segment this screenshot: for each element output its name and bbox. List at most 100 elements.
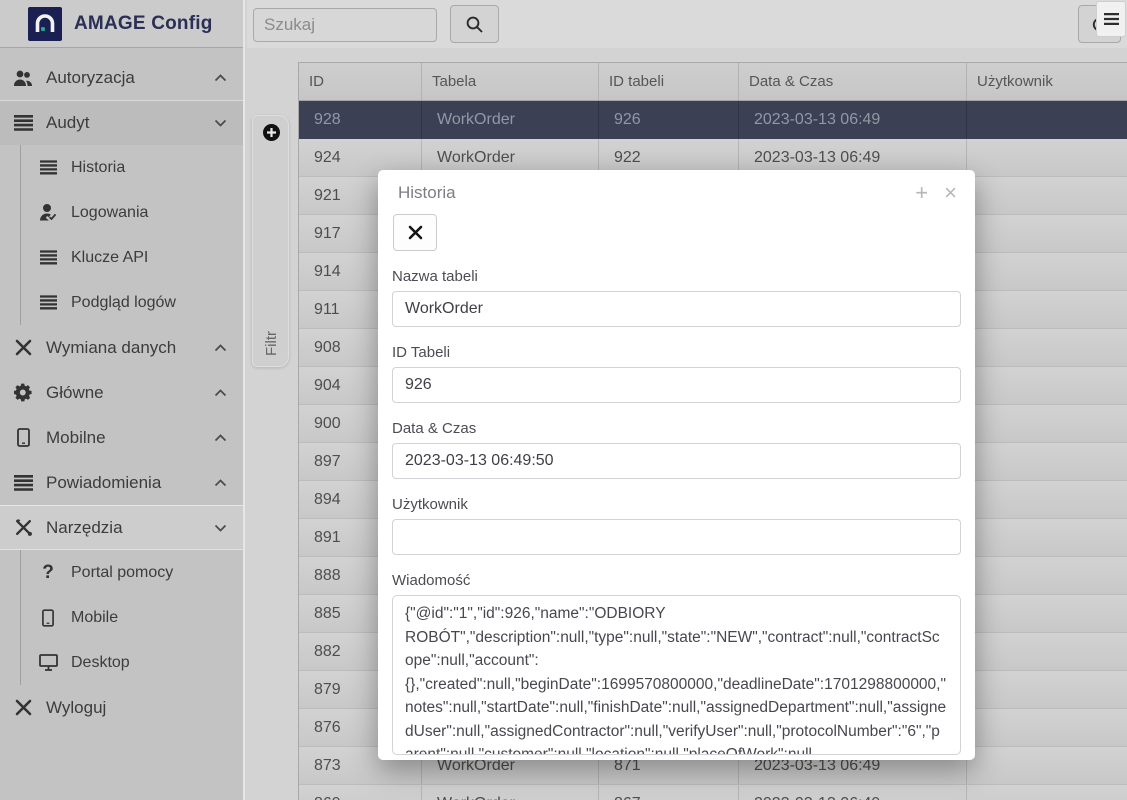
chevron-up-icon: [214, 479, 227, 487]
cell-uzytkownik: [966, 291, 1127, 328]
sidebar-item-autoryzacja[interactable]: Autoryzacja: [0, 55, 243, 100]
cell-uzytkownik: [966, 747, 1127, 784]
filter-panel-label: Filtr: [263, 325, 280, 362]
column-selector-button[interactable]: [1096, 1, 1126, 37]
sidebar-item-mobile[interactable]: Mobile: [21, 595, 243, 640]
narzedzia-submenu: ? Portal pomocy Mobile Desktop: [20, 550, 243, 685]
column-header-uzytkownik[interactable]: Użytkownik: [966, 63, 1127, 100]
table-header-row: ID Tabela ID tabeli Data & Czas Użytkown…: [299, 63, 1127, 101]
sidebar-item-historia[interactable]: Historia: [21, 145, 243, 190]
column-header-tabela[interactable]: Tabela: [421, 63, 598, 100]
list-icon: [37, 247, 59, 269]
sidebar-item-podglad-logow[interactable]: Podgląd logów: [21, 280, 243, 325]
sidebar-item-klucze-api[interactable]: Klucze API: [21, 235, 243, 280]
column-header-data-czas[interactable]: Data & Czas: [738, 63, 966, 100]
sidebar-item-label: Powiadomienia: [46, 473, 214, 493]
sidebar-item-label: Mobilne: [46, 428, 214, 448]
sidebar-item-wyloguj[interactable]: Wyloguj: [0, 685, 243, 730]
wiadomosc-field[interactable]: {"@id":"1","id":926,"name":"ODBIORY ROBÓ…: [392, 595, 961, 755]
cell-uzytkownik: [966, 101, 1127, 138]
phone-icon: [37, 607, 59, 629]
table-row[interactable]: 869 WorkOrder 867 2023-03-13 06:49: [299, 785, 1127, 800]
list-icon: [37, 292, 59, 314]
cell-id: 928: [299, 101, 421, 138]
dialog-form: Nazwa tabeli ID Tabeli Data & Czas Użytk…: [378, 268, 975, 760]
chevron-down-icon: [214, 119, 227, 127]
sidebar-item-label: Główne: [46, 383, 214, 403]
search-button[interactable]: [450, 5, 499, 43]
sidebar-item-label: Portal pomocy: [71, 564, 227, 582]
column-header-id-tabeli[interactable]: ID tabeli: [598, 63, 738, 100]
cell-uzytkownik: [966, 405, 1127, 442]
sidebar-item-glowne[interactable]: Główne: [0, 370, 243, 415]
cell-uzytkownik: [966, 709, 1127, 746]
column-header-id[interactable]: ID: [299, 63, 421, 100]
cell-uzytkownik: [966, 367, 1127, 404]
cell-uzytkownik: [966, 177, 1127, 214]
sidebar-item-label: Wyloguj: [46, 698, 227, 718]
sidebar-item-label: Autoryzacja: [46, 68, 214, 88]
nazwa-tabeli-field[interactable]: [392, 291, 961, 327]
field-label-data-czas: Data & Czas: [392, 420, 961, 437]
sidebar-item-label: Narzędzia: [46, 518, 214, 538]
list-icon: [12, 472, 34, 494]
chevron-up-icon: [214, 434, 227, 442]
amage-logo-icon: [28, 7, 62, 41]
id-tabeli-field[interactable]: [392, 367, 961, 403]
cell-tabela: WorkOrder: [421, 101, 598, 138]
close-record-button[interactable]: [393, 214, 437, 251]
sidebar-item-label: Wymiana danych: [46, 338, 214, 358]
table-row[interactable]: 928 WorkOrder 926 2023-03-13 06:49: [299, 101, 1127, 139]
sidebar-item-powiadomienia[interactable]: Powiadomienia: [0, 460, 243, 505]
x-icon: [12, 697, 34, 719]
sidebar-item-label: Podgląd logów: [71, 294, 227, 312]
cell-data-czas: 2023-03-13 06:49: [738, 785, 966, 800]
sidebar-item-label: Desktop: [71, 654, 227, 672]
sidebar-item-portal-pomocy[interactable]: ? Portal pomocy: [21, 550, 243, 595]
question-icon: ?: [37, 562, 59, 584]
cell-uzytkownik: [966, 443, 1127, 480]
field-label-wiadomosc: Wiadomość: [392, 572, 961, 589]
sidebar-item-label: Mobile: [71, 609, 227, 627]
cell-id-tabeli: 926: [598, 101, 738, 138]
sidebar-item-mobilne[interactable]: Mobilne: [0, 415, 243, 460]
sidebar-item-wymiana-danych[interactable]: Wymiana danych: [0, 325, 243, 370]
cell-uzytkownik: [966, 215, 1127, 252]
cell-uzytkownik: [966, 139, 1127, 176]
maximize-icon[interactable]: +: [915, 182, 928, 204]
filter-panel-tab[interactable]: Filtr: [252, 115, 289, 367]
cell-uzytkownik: [966, 671, 1127, 708]
cell-data-czas: 2023-03-13 06:49: [738, 101, 966, 138]
sidebar-item-narzedzia[interactable]: Narzędzia: [0, 505, 243, 550]
cell-uzytkownik: [966, 785, 1127, 800]
topbar: [247, 0, 1127, 48]
dialog-title: Historia: [398, 183, 915, 203]
uzytkownik-field[interactable]: [392, 519, 961, 555]
desktop-icon: [37, 652, 59, 674]
gear-icon: [12, 382, 34, 404]
app-window: AMAGE Config Autoryzacja Audyt: [0, 0, 1127, 800]
data-czas-field[interactable]: [392, 443, 961, 479]
list-icon: [37, 157, 59, 179]
users-icon: [12, 67, 34, 89]
cell-uzytkownik: [966, 633, 1127, 670]
search-input[interactable]: [253, 8, 437, 42]
sidebar-item-logowania[interactable]: Logowania: [21, 190, 243, 235]
sidebar-item-label: Logowania: [71, 204, 227, 222]
chevron-up-icon: [214, 74, 227, 82]
sidebar-item-audyt[interactable]: Audyt: [0, 100, 243, 145]
cell-uzytkownik: [966, 557, 1127, 594]
sidebar-item-desktop[interactable]: Desktop: [21, 640, 243, 685]
add-filter-icon[interactable]: [262, 123, 281, 142]
sidebar-item-label: Historia: [71, 159, 227, 177]
x-icon: [408, 225, 423, 240]
cell-id: 869: [299, 785, 421, 800]
tools-icon: [12, 517, 34, 539]
x-icon: [12, 337, 34, 359]
field-label-id-tabeli: ID Tabeli: [392, 344, 961, 361]
dialog-toolbar: [378, 204, 975, 251]
cell-uzytkownik: [966, 519, 1127, 556]
field-label-nazwa-tabeli: Nazwa tabeli: [392, 268, 961, 285]
close-icon[interactable]: ×: [944, 182, 957, 204]
cell-uzytkownik: [966, 253, 1127, 290]
